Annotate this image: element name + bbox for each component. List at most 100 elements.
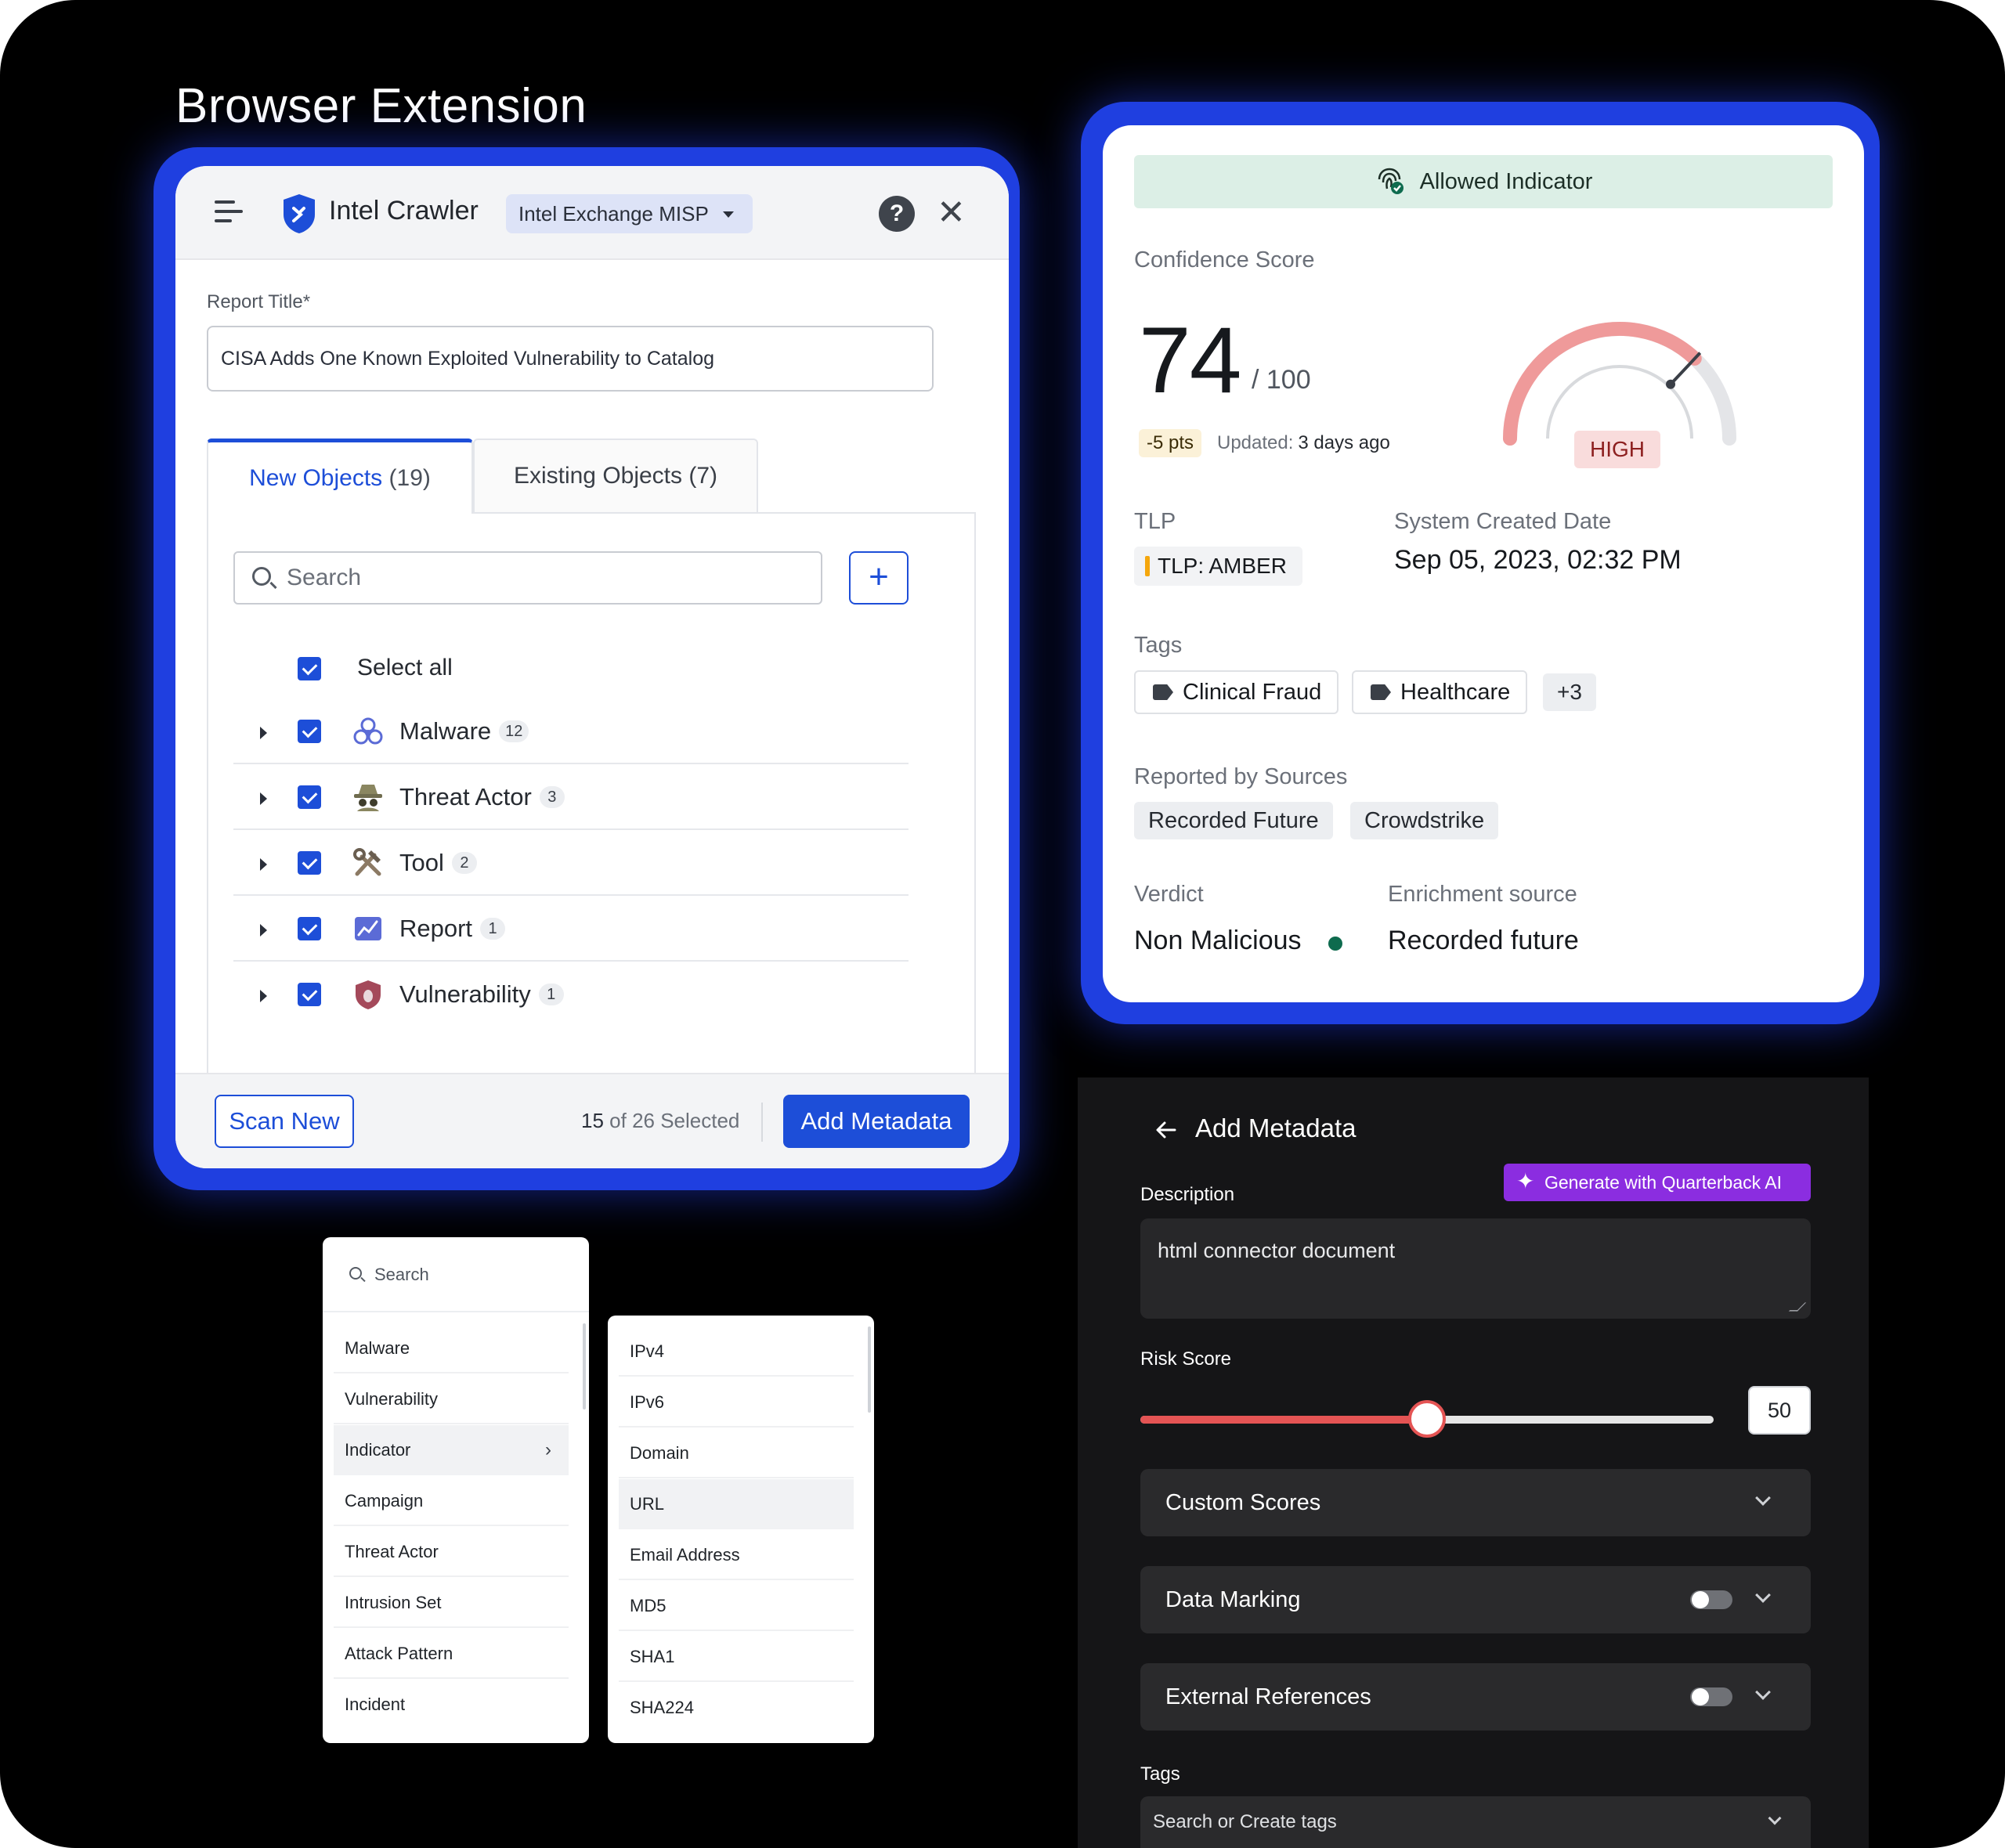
confidence-score-value: 74 — [1139, 308, 1241, 413]
created-date-label: System Created Date — [1394, 509, 1612, 534]
metadata-tags-label: Tags — [1140, 1763, 1180, 1785]
chevron-down-icon — [1755, 1490, 1771, 1506]
footer-divider — [761, 1103, 763, 1142]
type-search-placeholder: Search — [374, 1265, 429, 1284]
tag-chip[interactable]: Healthcare — [1352, 670, 1528, 714]
report-title-label: Report Title* — [207, 291, 311, 312]
row-checkbox[interactable] — [298, 917, 321, 940]
description-textarea[interactable]: html connector document — [1140, 1218, 1811, 1319]
risk-score-input[interactable]: 50 — [1748, 1386, 1811, 1435]
type-item-campaign[interactable]: Campaign — [334, 1476, 569, 1526]
verdict-status-dot — [1328, 937, 1342, 951]
row-checkbox[interactable] — [298, 851, 321, 875]
expand-caret-icon[interactable] — [260, 727, 267, 739]
type-search-input[interactable]: Search — [323, 1237, 589, 1312]
subtype-item-md5[interactable]: MD5 — [619, 1581, 854, 1631]
indicator-card: Allowed Indicator Confidence Score 74 / … — [1103, 125, 1864, 1002]
object-row-tool[interactable]: Tool 2 — [233, 830, 909, 896]
crawler-header: Intel Crawler Intel Exchange MISP ? ✕ — [175, 166, 1009, 260]
external-references-accordion[interactable]: External References — [1140, 1663, 1811, 1731]
object-row-report[interactable]: Report 1 — [233, 896, 909, 962]
type-item-intrusion-set[interactable]: Intrusion Set — [334, 1578, 569, 1628]
close-icon[interactable]: ✕ — [937, 194, 966, 232]
type-item-vulnerability[interactable]: Vulnerability — [334, 1374, 569, 1424]
biohazard-icon — [353, 717, 383, 745]
add-object-button[interactable]: + — [849, 551, 909, 605]
allowed-indicator-banner: Allowed Indicator — [1134, 155, 1833, 208]
tab-new-objects-label: New Objects — [249, 465, 383, 491]
type-item-threat-actor[interactable]: Threat Actor — [334, 1527, 569, 1577]
subtype-item-ipv6[interactable]: IPv6 — [619, 1377, 854, 1428]
generate-ai-button[interactable]: ✦ Generate with Quarterback AI — [1504, 1164, 1811, 1201]
expand-caret-icon[interactable] — [260, 792, 267, 805]
subtype-item-email[interactable]: Email Address — [619, 1530, 854, 1580]
object-name: Report — [399, 915, 473, 942]
custom-scores-accordion[interactable]: Custom Scores — [1140, 1469, 1811, 1536]
objects-search-placeholder: Search — [287, 565, 362, 590]
updated-info: Updated: 3 days ago — [1217, 432, 1390, 454]
tlp-label: TLP — [1134, 509, 1176, 534]
subtype-item-url[interactable]: URL — [619, 1479, 854, 1529]
select-all-checkbox[interactable] — [298, 657, 321, 680]
row-checkbox[interactable] — [298, 983, 321, 1006]
accordion-label: External References — [1165, 1684, 1371, 1709]
more-tags-chip[interactable]: +3 — [1543, 673, 1596, 711]
chevron-down-icon — [1755, 1684, 1771, 1700]
tab-existing-objects-label: Existing Objects — [513, 463, 683, 489]
spy-icon — [354, 785, 382, 811]
type-item-malware[interactable]: Malware — [334, 1323, 569, 1373]
data-marking-toggle[interactable] — [1690, 1590, 1732, 1609]
accordion-label: Data Marking — [1165, 1587, 1301, 1612]
showcase-canvas: Browser Extension Intel Crawler Intel Ex… — [0, 0, 2005, 1848]
allowed-indicator-label: Allowed Indicator — [1419, 169, 1593, 194]
subtype-item-sha224[interactable]: SHA224 — [619, 1683, 854, 1733]
help-icon[interactable]: ? — [879, 196, 915, 232]
description-value: html connector document — [1158, 1239, 1396, 1262]
risk-slider-thumb[interactable] — [1408, 1400, 1446, 1438]
intel-crawler-panel: Intel Crawler Intel Exchange MISP ? ✕ Re… — [175, 166, 1009, 1168]
scrollbar[interactable] — [583, 1323, 586, 1409]
tags-search-input[interactable]: Search or Create tags — [1140, 1796, 1811, 1848]
object-row-threat-actor[interactable]: Threat Actor 3 — [233, 764, 909, 830]
external-references-toggle[interactable] — [1690, 1687, 1732, 1706]
object-row-vulnerability[interactable]: Vulnerability 1 — [233, 962, 909, 1027]
type-item-incident[interactable]: Incident — [334, 1680, 569, 1730]
type-item-indicator[interactable]: Indicator › — [334, 1425, 569, 1475]
object-count-badge: 1 — [538, 984, 564, 1005]
confidence-score-max: / 100 — [1252, 365, 1311, 395]
row-checkbox[interactable] — [298, 785, 321, 809]
report-title-input[interactable]: CISA Adds One Known Exploited Vulnerabil… — [207, 326, 934, 392]
tab-new-objects[interactable]: New Objects (19) — [207, 439, 473, 514]
expand-caret-icon[interactable] — [260, 924, 267, 937]
subtype-item-sha1[interactable]: SHA1 — [619, 1632, 854, 1682]
tags-search-placeholder: Search or Create tags — [1153, 1811, 1337, 1832]
expand-caret-icon[interactable] — [260, 858, 267, 871]
add-metadata-button[interactable]: Add Metadata — [783, 1095, 970, 1148]
type-item-attack-pattern[interactable]: Attack Pattern — [334, 1629, 569, 1679]
scan-new-button[interactable]: Scan New — [215, 1095, 354, 1148]
enrichment-label: Enrichment source — [1388, 882, 1577, 907]
back-arrow-icon[interactable] — [1154, 1118, 1178, 1142]
tab-existing-objects[interactable]: Existing Objects (7) — [473, 439, 758, 514]
workspace-dropdown[interactable]: Intel Exchange MISP — [506, 194, 753, 233]
subtype-item-ipv4[interactable]: IPv4 — [619, 1326, 854, 1377]
selected-count-total: of 26 Selected — [609, 1109, 740, 1132]
objects-search-input[interactable]: Search — [233, 551, 822, 605]
type-item-label: Indicator — [345, 1440, 411, 1460]
scrollbar[interactable] — [868, 1326, 871, 1413]
search-icon — [252, 567, 271, 586]
app-name: Intel Crawler — [329, 196, 479, 226]
chevron-right-icon: › — [545, 1439, 551, 1460]
subtype-item-domain[interactable]: Domain — [619, 1428, 854, 1478]
selected-count: 15 of 26 Selected — [581, 1109, 739, 1133]
row-checkbox[interactable] — [298, 720, 321, 743]
tag-chip[interactable]: Clinical Fraud — [1134, 670, 1339, 714]
expand-caret-icon[interactable] — [260, 990, 267, 1002]
intel-crawler-logo-icon — [284, 194, 315, 233]
verdict-value: Non Malicious — [1134, 926, 1302, 955]
resize-grip-icon[interactable] — [1788, 1302, 1807, 1312]
menu-icon[interactable] — [215, 200, 243, 224]
object-count-badge: 1 — [480, 918, 506, 940]
object-row-malware[interactable]: Malware 12 — [233, 698, 909, 764]
data-marking-accordion[interactable]: Data Marking — [1140, 1566, 1811, 1633]
